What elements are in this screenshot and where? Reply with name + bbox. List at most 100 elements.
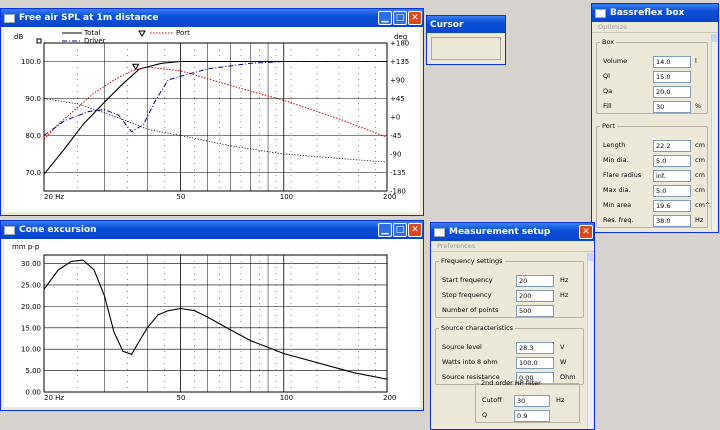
data-point [283,100,284,101]
data-point [82,260,83,261]
data-point [180,135,181,136]
data-point [43,289,44,290]
series-line-total [43,60,387,175]
group-legend: Frequency settings [441,257,503,265]
length-unit: cm [695,141,705,149]
measurement-menu-preferences[interactable]: Preferences [431,241,594,252]
close-icon[interactable]: ✕ [579,225,593,239]
close-icon[interactable]: ✕ [408,11,422,25]
min-area-label: Min area [603,201,632,209]
series-line-port [43,66,388,140]
data-point [207,68,208,69]
fill-input[interactable]: 30 [653,101,691,113]
data-point [118,115,119,116]
box-scrollbar[interactable] [711,34,717,230]
fill-unit: % [695,102,702,110]
measurement-title: Measurement setup [449,227,551,237]
window-icon [4,225,15,235]
data-point [58,269,59,270]
cone-title-bar[interactable]: Cone excursion ▁ □ ✕ [1,221,423,239]
start-frequency-input[interactable]: 20 [516,275,554,287]
data-point [161,63,162,64]
qa-input[interactable]: 20.0 [653,86,691,98]
measurement-scrollbar[interactable] [587,253,593,429]
data-point [113,79,114,80]
y-tick-label: 20.00 [21,303,41,311]
hp-cutoff-input[interactable]: 30 [514,395,550,407]
data-point [43,135,44,136]
source-level-label: Source level [442,343,482,351]
data-point [194,310,195,311]
close-icon[interactable]: ✕ [408,223,422,237]
y-unit-label: mm p-p [12,243,40,251]
box-title-bar[interactable]: Bassreflex box [592,4,718,22]
ql-input[interactable]: 15.0 [653,71,691,83]
maximize-icon[interactable]: □ [393,223,407,237]
cursor-window: Cursor [426,15,506,65]
x-tick-label: 20 Hz [44,394,64,402]
min-area-input[interactable]: 19.6 [653,200,691,212]
y-tick-label: 10.00 [21,346,41,354]
flare-radius-input[interactable]: inf. [653,170,691,182]
stop-frequency-input[interactable]: 200 [516,290,554,302]
hp-cutoff-label: Cutoff [482,396,502,404]
box-menu-optimize[interactable]: Optimize [592,22,718,33]
spl-title-bar[interactable]: Free air SPL at 1m distance ▁ □ ✕ [1,9,423,27]
group-legend: Box [602,38,615,46]
measurement-window: Measurement setup ✕ Preferences Frequenc… [430,222,595,430]
cone-plot-area[interactable]: mm p-p 30.00 25.00 20.00 15.00 10.00 5.00 0.00… [4,239,420,407]
group-legend: Port [602,122,615,130]
data-point [180,61,181,62]
number-of-points-input[interactable]: 500 [516,305,554,317]
window-icon [595,8,606,18]
y-tick-label: 25.00 [21,281,41,289]
data-point [180,76,181,77]
data-point [104,109,105,110]
data-point [230,145,231,146]
group-2nd-order-hp-filter: 2nd order HP filter Cutoff 30 Hz Q 0.9 [475,379,580,423]
length-input[interactable]: 22.2 [653,140,691,152]
data-point [283,61,284,62]
data-point [147,327,148,328]
res-freq--input[interactable]: 38.0 [653,215,691,227]
watts-into-8-ohm-label: Watts into 8 ohm [442,358,498,366]
ql-label: Ql [603,72,610,80]
plot-frame [43,42,388,192]
data-point [131,131,132,132]
source-level-unit: V [560,343,565,351]
min-dia--unit: cm [695,156,705,164]
spl-plot-area[interactable]: dB deg Total Port Driver 100.0 90.0 80.0 70… [4,27,420,212]
start-frequency-label: Start frequency [442,276,493,284]
minimize-icon[interactable]: ▁ [378,223,392,237]
minimize-icon[interactable]: ▁ [378,11,392,25]
max-dia--input[interactable]: 5.0 [653,185,691,197]
measurement-title-bar[interactable]: Measurement setup ✕ [431,223,594,241]
hp-q-input[interactable]: 0.9 [514,410,550,422]
group-port: Port Length 22.2 cm Min dia. 5.0 cm Flare radiu… [596,122,715,228]
data-point [386,61,387,62]
source-level-input[interactable]: 28.3 [516,342,554,354]
watts-into-8-ohm-input[interactable]: 100.0 [516,357,554,369]
number-of-points-label: Number of points [442,306,499,314]
volume-input[interactable]: 14.0 [653,56,691,68]
data-point [122,83,123,84]
y-tick-label: 80.0 [25,132,41,140]
data-point [131,70,132,71]
cursor-title-bar[interactable]: Cursor [427,16,505,33]
spl-chart: dB deg Total Port Driver 100.090.080.070… [14,29,409,201]
x-tick-label: 50 [176,394,185,402]
data-point [43,98,44,99]
min-dia--input[interactable]: 5.0 [653,155,691,167]
res-freq--unit: Hz [695,216,704,224]
series-line-total-phase [43,98,388,163]
data-point [147,129,148,130]
data-point [139,340,140,341]
group-legend: 2nd order HP filter [481,379,541,387]
data-point [104,102,105,103]
data-point [77,107,78,108]
data-point [386,379,387,380]
x-tick-label: 100 [280,193,293,201]
data-point [64,120,65,121]
y2-tick-label: +45 [390,95,405,103]
maximize-icon[interactable]: □ [393,11,407,25]
